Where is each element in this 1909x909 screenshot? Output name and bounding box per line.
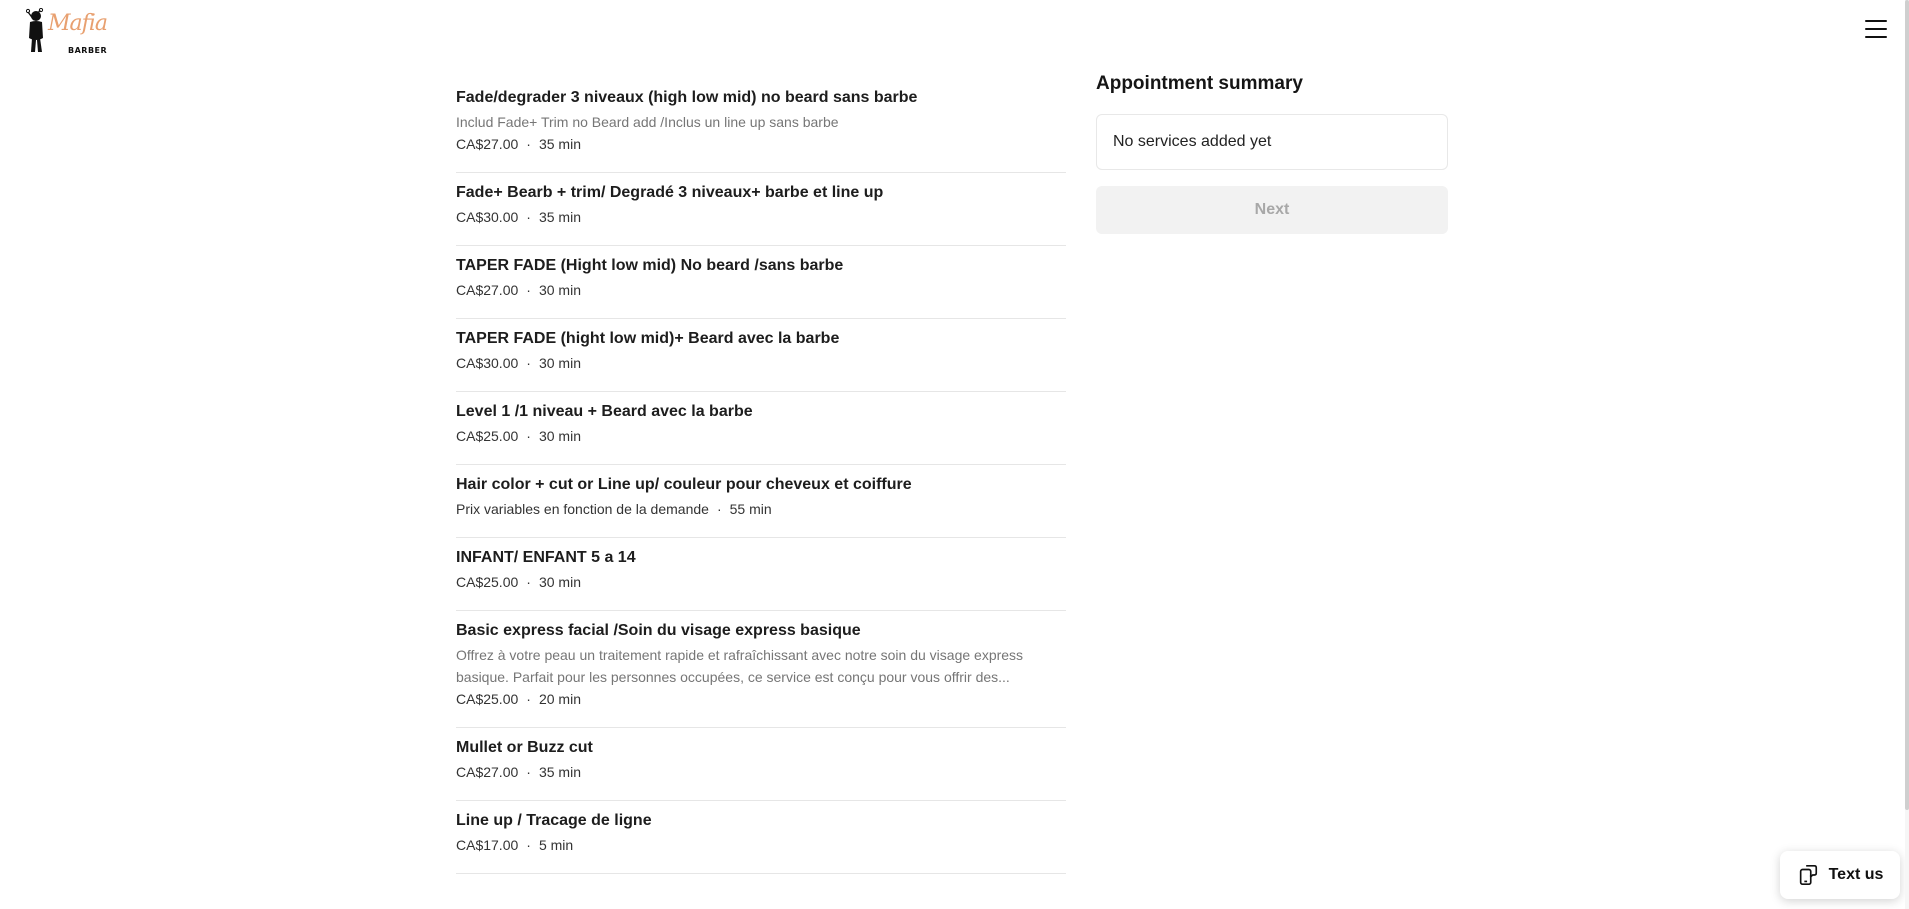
service-price: CA$17.00 (456, 837, 519, 853)
meta-separator: · (526, 209, 531, 225)
service-title: Fade/degrader 3 niveaux (high low mid) n… (456, 89, 918, 106)
phone-chat-icon (1799, 865, 1817, 885)
service-duration: 35 min (538, 136, 581, 152)
meta-separator: · (526, 837, 531, 853)
meta-separator: · (526, 136, 531, 152)
service-item[interactable]: TAPER FADE (hight low mid)+ Beard avec l… (456, 319, 1066, 392)
service-item[interactable]: Fade/degrader 3 niveaux (high low mid) n… (456, 78, 1066, 173)
service-meta: CA$25.00 · 20 min (456, 688, 1066, 710)
service-price: CA$27.00 (456, 764, 519, 780)
service-meta: CA$30.00 · 35 min (456, 206, 1066, 228)
service-duration: 30 min (538, 282, 581, 298)
service-title: Fade+ Bearb + trim/ Degradé 3 niveaux+ b… (456, 184, 884, 201)
service-price: CA$27.00 (456, 282, 519, 298)
scrollbar-thumb[interactable] (1905, 0, 1909, 810)
service-duration: 5 min (538, 837, 574, 853)
service-meta: CA$25.00 · 30 min (456, 425, 1066, 447)
text-us-button[interactable]: Text us (1780, 851, 1900, 899)
logo-wordmark: Mafia (48, 11, 108, 36)
service-item[interactable]: INFANT/ ENFANT 5 a 14 CA$25.00 · 30 min (456, 538, 1066, 611)
meta-separator: · (716, 501, 722, 517)
service-price: CA$27.00 (456, 136, 519, 152)
service-price: CA$25.00 (456, 574, 519, 590)
service-meta: CA$30.00 · 30 min (456, 352, 1066, 374)
service-item[interactable]: Mullet or Buzz cut CA$27.00 · 35 min (456, 728, 1066, 801)
service-list: Fade/degrader 3 niveaux (high low mid) n… (456, 78, 1066, 874)
meta-separator: · (526, 764, 531, 780)
service-title: Mullet or Buzz cut (456, 739, 593, 756)
service-price: CA$25.00 (456, 691, 519, 707)
brand-logo[interactable]: Mafia BARBER (26, 8, 108, 56)
hamburger-menu-icon[interactable] (1864, 18, 1888, 40)
meta-separator: · (526, 574, 531, 590)
service-title: INFANT/ ENFANT 5 a 14 (456, 549, 636, 566)
service-title: TAPER FADE (Hight low mid) No beard /san… (456, 257, 844, 274)
service-title: Line up / Tracage de ligne (456, 812, 652, 829)
service-meta: CA$27.00 · 35 min (456, 133, 1066, 155)
service-meta: CA$25.00 · 30 min (456, 571, 1066, 593)
service-description: Includ Fade+ Trim no Beard add /Inclus u… (456, 114, 839, 130)
service-duration: 35 min (538, 209, 581, 225)
service-meta: Prix variables en fonction de la demande… (456, 498, 1066, 520)
service-price: CA$30.00 (456, 209, 519, 225)
barber-figure-icon (26, 8, 44, 52)
text-us-label: Text us (1828, 866, 1884, 883)
service-title: Hair color + cut or Line up/ couleur pou… (456, 476, 912, 493)
service-price: CA$30.00 (456, 355, 519, 371)
next-button[interactable]: Next (1096, 186, 1448, 234)
service-title: TAPER FADE (hight low mid)+ Beard avec l… (456, 330, 840, 347)
meta-separator: · (526, 428, 531, 444)
summary-empty-text: No services added yet (1113, 133, 1272, 150)
appointment-summary: Appointment summary No services added ye… (1096, 72, 1448, 234)
service-duration: 30 min (538, 355, 581, 371)
service-title: Basic express facial /Soin du visage exp… (456, 622, 861, 639)
service-item[interactable]: Line up / Tracage de ligne CA$17.00 · 5 min (456, 801, 1066, 874)
service-price: CA$25.00 (456, 428, 519, 444)
service-meta: CA$27.00 · 35 min (456, 761, 1066, 783)
service-meta: CA$27.00 · 30 min (456, 279, 1066, 301)
logo-subtitle: BARBER (68, 46, 108, 55)
service-duration: 30 min (538, 428, 581, 444)
service-item[interactable]: Hair color + cut or Line up/ couleur pou… (456, 465, 1066, 538)
summary-title: Appointment summary (1096, 73, 1303, 94)
page-scrollbar[interactable] (1905, 0, 1909, 909)
meta-separator: · (526, 282, 531, 298)
service-title: Level 1 /1 niveau + Beard avec la barbe (456, 403, 753, 420)
service-duration: 30 min (538, 574, 581, 590)
service-item[interactable]: Fade+ Bearb + trim/ Degradé 3 niveaux+ b… (456, 173, 1066, 246)
service-duration: 20 min (538, 691, 581, 707)
summary-box: No services added yet (1096, 114, 1448, 170)
service-price: Prix variables en fonction de la demande (456, 501, 709, 517)
booking-page: Mafia BARBER Fade/degrader 3 niveaux (hi… (0, 0, 1909, 909)
service-description: Offrez à votre peau un traitement rapide… (456, 647, 1024, 685)
service-item[interactable]: Basic express facial /Soin du visage exp… (456, 611, 1066, 728)
meta-separator: · (526, 691, 531, 707)
service-duration: 55 min (729, 501, 772, 517)
service-item[interactable]: Level 1 /1 niveau + Beard avec la barbe C… (456, 392, 1066, 465)
meta-separator: · (526, 355, 531, 371)
service-duration: 35 min (538, 764, 581, 780)
service-item[interactable]: TAPER FADE (Hight low mid) No beard /san… (456, 246, 1066, 319)
service-meta: CA$17.00 · 5 min (456, 834, 1066, 856)
